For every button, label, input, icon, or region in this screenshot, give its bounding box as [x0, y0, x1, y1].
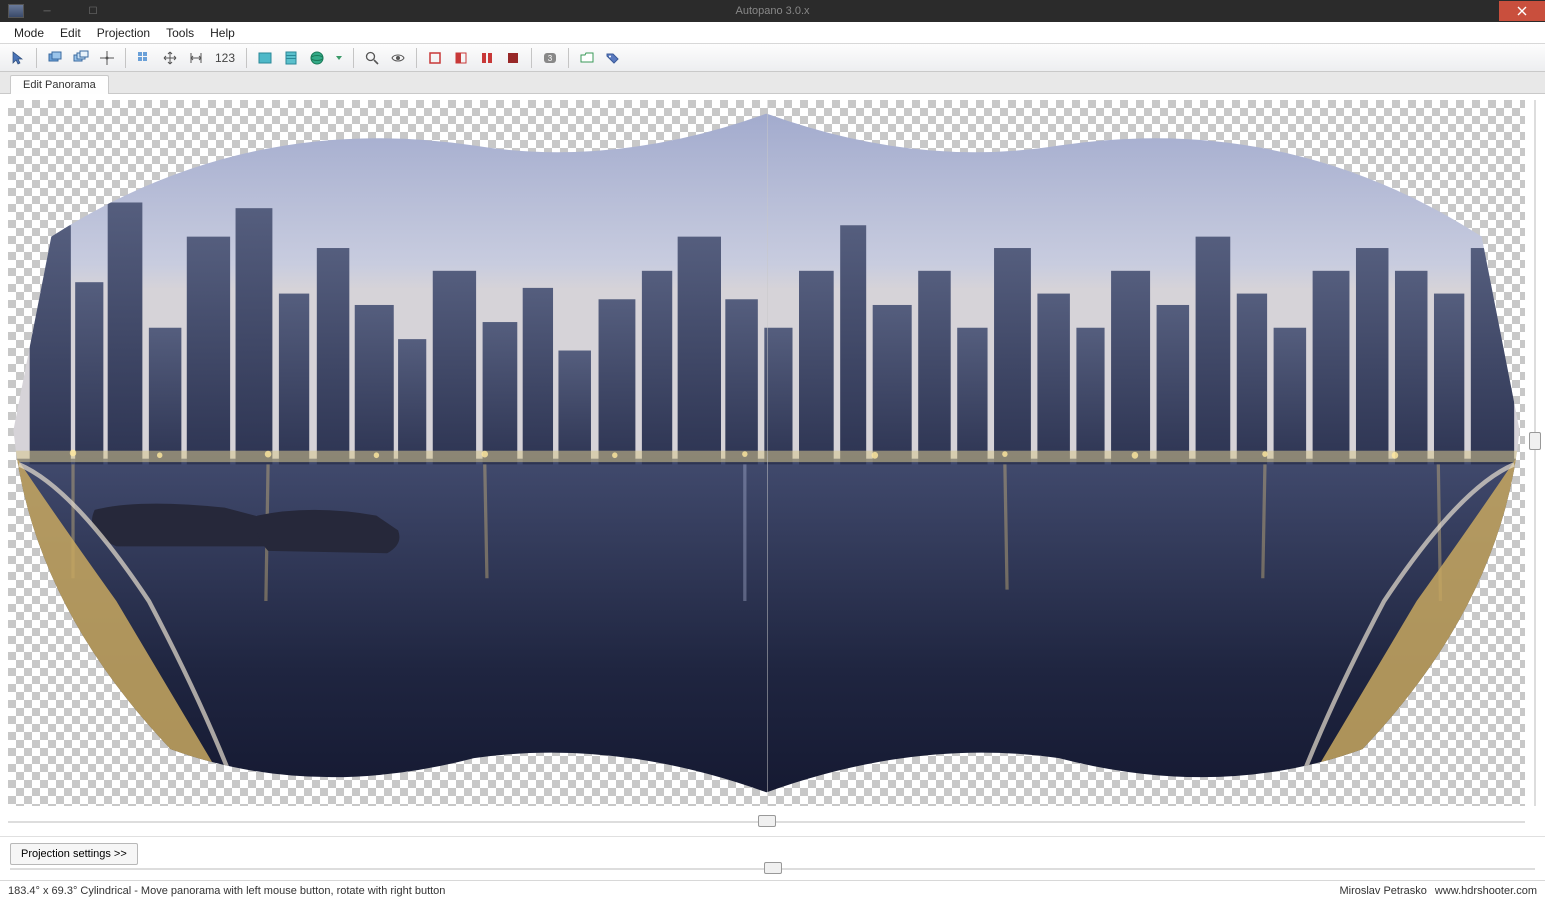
numbers-tool[interactable]: 123 [210, 47, 240, 69]
move-images-icon[interactable] [43, 47, 67, 69]
badge-3-icon[interactable]: 3 [538, 47, 562, 69]
menu-help[interactable]: Help [202, 24, 243, 42]
toolbar: 123 3 [0, 44, 1545, 72]
center-guide-line [767, 100, 768, 806]
folder-icon[interactable] [575, 47, 599, 69]
titlebar: Autopano 3.0.x ─ ☐ [0, 0, 1545, 22]
zoom-icon[interactable] [360, 47, 384, 69]
bottom-slider-thumb[interactable] [764, 862, 782, 874]
bottom-slider[interactable] [10, 862, 1535, 876]
status-text: 183.4° x 69.3° Cylindrical - Move panora… [8, 885, 445, 897]
app-icon [8, 4, 24, 18]
menu-tools[interactable]: Tools [158, 24, 202, 42]
tab-edit-panorama[interactable]: Edit Panorama [10, 75, 109, 94]
vertical-slider[interactable] [1527, 100, 1543, 806]
menubar: Mode Edit Projection Tools Help [0, 22, 1545, 44]
eye-icon[interactable] [386, 47, 410, 69]
tabstrip: Edit Panorama [0, 72, 1545, 94]
panorama-image[interactable] [8, 100, 1525, 806]
image-info-icon[interactable] [253, 47, 277, 69]
select-tool-icon[interactable] [6, 47, 30, 69]
horizontal-slider[interactable] [8, 814, 1525, 830]
center-point-icon[interactable] [95, 47, 119, 69]
bottom-panel: Projection settings >> [0, 836, 1545, 880]
workspace [0, 94, 1545, 836]
crosshair-icon[interactable] [158, 47, 182, 69]
grid-icon[interactable] [132, 47, 156, 69]
close-button[interactable] [1499, 1, 1545, 21]
status-author: Miroslav Petrasko [1339, 885, 1426, 897]
flag-red-split-icon[interactable] [475, 47, 499, 69]
sphere-icon[interactable] [305, 47, 329, 69]
menu-projection[interactable]: Projection [89, 24, 158, 42]
menu-edit[interactable]: Edit [52, 24, 89, 42]
align-horizontal-icon[interactable] [184, 47, 208, 69]
flag-red-solid-icon[interactable] [501, 47, 525, 69]
layers-icon[interactable] [279, 47, 303, 69]
statusbar: 183.4° x 69.3° Cylindrical - Move panora… [0, 880, 1545, 900]
menu-mode[interactable]: Mode [6, 24, 52, 42]
horizontal-slider-thumb[interactable] [758, 815, 776, 827]
status-url: www.hdrshooter.com [1435, 885, 1537, 897]
minimize-button[interactable]: ─ [24, 1, 70, 21]
flag-red-half-icon[interactable] [449, 47, 473, 69]
svg-text:3: 3 [548, 54, 553, 63]
flag-red-outline-icon[interactable] [423, 47, 447, 69]
move-group-icon[interactable] [69, 47, 93, 69]
canvas[interactable] [8, 100, 1525, 806]
maximize-button[interactable]: ☐ [70, 1, 116, 21]
tag-icon[interactable] [601, 47, 625, 69]
vertical-slider-thumb[interactable] [1529, 432, 1541, 450]
dropdown-icon[interactable] [331, 47, 347, 69]
window-title: Autopano 3.0.x [735, 5, 809, 17]
